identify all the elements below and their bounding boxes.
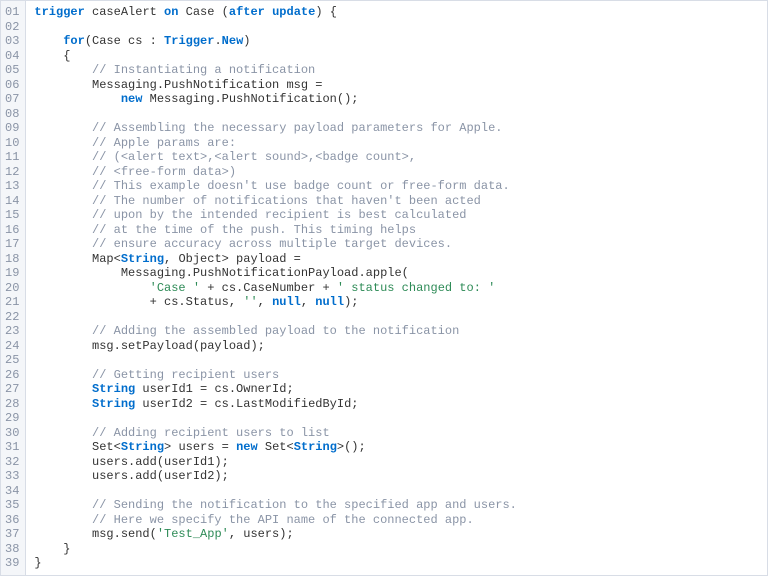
code-line: // (<alert text>,<alert sound>,<badge co…: [34, 150, 516, 165]
code-line: }: [34, 556, 516, 571]
code-line: msg.send('Test_App', users);: [34, 527, 516, 542]
code-line: for(Case cs : Trigger.New): [34, 34, 516, 49]
code-line: Messaging.PushNotificationPayload.apple(: [34, 266, 516, 281]
code-block: 01 02 03 04 05 06 07 08 09 10 11 12 13 1…: [0, 0, 768, 576]
code-line: // The number of notifications that have…: [34, 194, 516, 209]
code-line: // Assembling the necessary payload para…: [34, 121, 516, 136]
code-line: String userId2 = cs.LastModifiedById;: [34, 397, 516, 412]
code-line: // Adding recipient users to list: [34, 426, 516, 441]
code-line: users.add(userId1);: [34, 455, 516, 470]
code-line: trigger caseAlert on Case (after update)…: [34, 5, 516, 20]
code-line: Map<String, Object> payload =: [34, 252, 516, 267]
code-line: msg.setPayload(payload);: [34, 339, 516, 354]
code-line: }: [34, 542, 516, 557]
code-line: // ensure accuracy across multiple targe…: [34, 237, 516, 252]
code-line: [34, 411, 516, 426]
code-line: String userId1 = cs.OwnerId;: [34, 382, 516, 397]
code-line: // at the time of the push. This timing …: [34, 223, 516, 238]
code-line: [34, 107, 516, 122]
line-number-gutter: 01 02 03 04 05 06 07 08 09 10 11 12 13 1…: [1, 1, 26, 575]
code-line: // Here we specify the API name of the c…: [34, 513, 516, 528]
code-line: // Sending the notification to the speci…: [34, 498, 516, 513]
code-line: // This example doesn't use badge count …: [34, 179, 516, 194]
code-content: trigger caseAlert on Case (after update)…: [26, 1, 524, 575]
code-line: {: [34, 49, 516, 64]
code-line: users.add(userId2);: [34, 469, 516, 484]
code-line: Set<String> users = new Set<String>();: [34, 440, 516, 455]
code-line: [34, 353, 516, 368]
code-line: // upon by the intended recipient is bes…: [34, 208, 516, 223]
code-line: [34, 310, 516, 325]
code-line: 'Case ' + cs.CaseNumber + ' status chang…: [34, 281, 516, 296]
code-line: // Apple params are:: [34, 136, 516, 151]
code-line: [34, 20, 516, 35]
code-line: // Getting recipient users: [34, 368, 516, 383]
code-line: Messaging.PushNotification msg =: [34, 78, 516, 93]
code-line: [34, 484, 516, 499]
code-line: // <free-form data>): [34, 165, 516, 180]
code-line: new Messaging.PushNotification();: [34, 92, 516, 107]
code-line: + cs.Status, '', null, null);: [34, 295, 516, 310]
code-line: // Instantiating a notification: [34, 63, 516, 78]
code-line: // Adding the assembled payload to the n…: [34, 324, 516, 339]
